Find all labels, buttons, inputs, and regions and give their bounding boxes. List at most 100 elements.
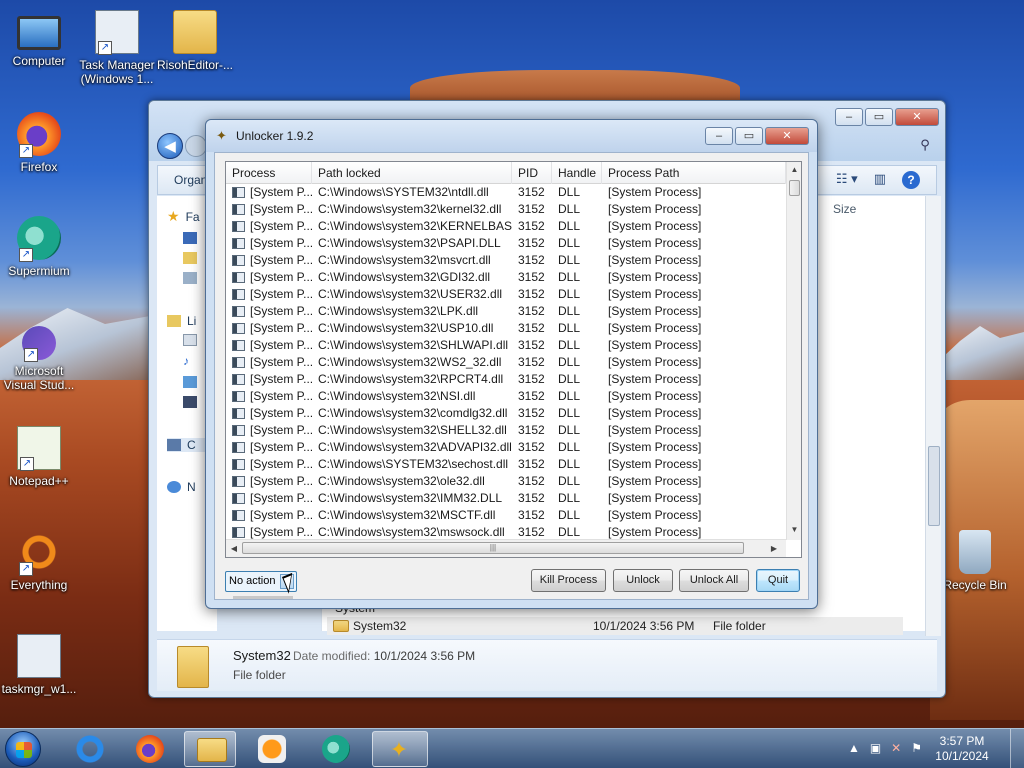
views-icon[interactable]: ☷ ▾ bbox=[836, 171, 858, 189]
nav-pictures[interactable] bbox=[183, 376, 197, 388]
cell-path: C:\Windows\system32\RPCRT4.dll bbox=[318, 372, 504, 386]
action-center-flag-icon[interactable]: ⚑ bbox=[911, 741, 922, 755]
taskbar-internet-explorer[interactable] bbox=[64, 731, 116, 767]
list-row[interactable]: [System P... C:\Windows\system32\USER32.d… bbox=[226, 286, 786, 303]
minimize-button[interactable]: – bbox=[835, 108, 863, 126]
scroll-left-arrow-icon[interactable]: ◀ bbox=[226, 540, 242, 557]
list-row[interactable]: [System P... C:\Windows\system32\IMM32.DL… bbox=[226, 490, 786, 507]
nav-network[interactable]: N bbox=[167, 480, 196, 494]
desktop-icon-notepadpp[interactable]: ↗ Notepad++ bbox=[0, 426, 78, 488]
scroll-thumb[interactable] bbox=[928, 446, 940, 526]
desktop-icon-taskmgr-w1[interactable]: taskmgr_w1... bbox=[0, 634, 78, 696]
list-row[interactable]: [System P... C:\Windows\system32\NSI.dll 3… bbox=[226, 388, 786, 405]
nav-desktop[interactable] bbox=[183, 232, 197, 244]
list-row[interactable]: [System P... C:\Windows\system32\WS2_32.d… bbox=[226, 354, 786, 371]
help-icon[interactable]: ? bbox=[902, 171, 920, 189]
desktop-icon-visual-studio[interactable]: ↗ Microsoft Visual Stud... bbox=[0, 320, 78, 392]
desktop-icon-firefox[interactable]: ↗ Firefox bbox=[0, 112, 78, 174]
search-icon[interactable]: ⚲ bbox=[913, 137, 937, 157]
list-row[interactable]: [System P... C:\Windows\system32\ADVAPI32… bbox=[226, 439, 786, 456]
nav-videos[interactable] bbox=[183, 396, 197, 408]
column-handle[interactable]: Handle bbox=[552, 162, 602, 184]
taskbar-windows-explorer[interactable] bbox=[184, 731, 236, 767]
back-button[interactable]: ◀ bbox=[157, 133, 183, 159]
quit-button[interactable]: Quit bbox=[756, 569, 800, 592]
cell-handle: DLL bbox=[558, 423, 581, 437]
taskbar-supermium[interactable] bbox=[310, 731, 362, 767]
desktop-icon-risoheditor[interactable]: RisohEditor-... bbox=[156, 10, 234, 72]
computer-icon bbox=[17, 16, 61, 50]
show-desktop-button[interactable] bbox=[1010, 729, 1024, 768]
column-process[interactable]: Process bbox=[226, 162, 312, 184]
close-button[interactable]: ✕ bbox=[765, 127, 809, 145]
unlocker-dialog[interactable]: ✦ Unlocker 1.9.2 – ▭ ✕ Process Path lock… bbox=[205, 119, 818, 609]
dialog-title-bar[interactable]: ✦ Unlocker 1.9.2 – ▭ ✕ bbox=[206, 120, 817, 152]
cell-process-path: [System Process] bbox=[608, 457, 702, 471]
preview-pane-icon[interactable]: ▥ bbox=[874, 171, 886, 189]
nav-recent[interactable] bbox=[183, 272, 197, 284]
taskbar-unlocker[interactable]: ✦ bbox=[372, 731, 428, 767]
list-row[interactable]: [System P... C:\Windows\SYSTEM32\ntdll.dl… bbox=[226, 184, 786, 201]
scroll-thumb[interactable] bbox=[789, 180, 800, 196]
show-hidden-icons-icon[interactable]: ▲ bbox=[848, 741, 860, 755]
file-list-scrollbar[interactable] bbox=[925, 196, 941, 636]
list-row[interactable]: [System P... C:\Windows\system32\USP10.dl… bbox=[226, 320, 786, 337]
locked-handles-list[interactable]: Process Path locked PID Handle Process P… bbox=[225, 161, 802, 558]
column-process-path[interactable]: Process Path bbox=[602, 162, 786, 184]
cell-path: C:\Windows\system32\mswsock.dll bbox=[318, 525, 505, 539]
maximize-button[interactable]: ▭ bbox=[735, 127, 763, 145]
desktop-icon-task-manager[interactable]: ↗ Task Manager (Windows 1... bbox=[78, 10, 156, 86]
close-button[interactable]: ✕ bbox=[895, 108, 939, 126]
list-row[interactable]: [System P... C:\Windows\system32\LPK.dll 3… bbox=[226, 303, 786, 320]
size-column-header[interactable]: Size bbox=[833, 202, 856, 216]
shortcut-arrow-icon: ↗ bbox=[19, 248, 33, 262]
list-row[interactable]: [System P... C:\Windows\system32\kernel32… bbox=[226, 201, 786, 218]
taskbar-clock[interactable]: 3:57 PM 10/1/2024 bbox=[928, 734, 996, 764]
list-horizontal-scrollbar[interactable]: ◀ ||| ▶ bbox=[226, 539, 786, 557]
unlock-all-button[interactable]: Unlock All bbox=[679, 569, 749, 592]
forward-button[interactable] bbox=[185, 135, 207, 157]
list-row[interactable]: [System P... C:\Windows\system32\KERNELBA… bbox=[226, 218, 786, 235]
list-row[interactable]: [System P... C:\Windows\system32\RPCRT4.d… bbox=[226, 371, 786, 388]
taskbar-firefox[interactable] bbox=[124, 731, 176, 767]
list-row[interactable]: [System P... C:\Windows\system32\SHLWAPI.… bbox=[226, 337, 786, 354]
list-row[interactable]: [System P... C:\Windows\system32\SHELL32.… bbox=[226, 422, 786, 439]
process-window-icon bbox=[232, 255, 245, 266]
taskbar-media-player[interactable] bbox=[246, 731, 298, 767]
list-vertical-scrollbar[interactable]: ▲ ▼ bbox=[786, 162, 801, 540]
list-row[interactable]: [System P... C:\Windows\system32\mswsock.… bbox=[226, 524, 786, 539]
nav-music[interactable]: ♪ bbox=[183, 354, 189, 368]
organize-menu[interactable]: Organ bbox=[174, 173, 207, 187]
nav-documents[interactable] bbox=[183, 334, 197, 346]
column-path-locked[interactable]: Path locked bbox=[312, 162, 512, 184]
list-row[interactable]: [System P... C:\Windows\system32\MSCTF.dl… bbox=[226, 507, 786, 524]
list-row[interactable]: [System P... C:\Windows\system32\ole32.dl… bbox=[226, 473, 786, 490]
scroll-thumb[interactable]: ||| bbox=[242, 542, 744, 554]
volume-muted-icon[interactable]: ✕ bbox=[891, 741, 901, 755]
maximize-button[interactable]: ▭ bbox=[865, 108, 893, 126]
start-button[interactable] bbox=[5, 731, 41, 767]
desktop-icon-recycle-bin[interactable]: Recycle Bin bbox=[936, 530, 1014, 592]
cell-handle: DLL bbox=[558, 219, 581, 233]
unlock-button[interactable]: Unlock bbox=[613, 569, 673, 592]
desktop-icon-computer[interactable]: Computer bbox=[0, 10, 78, 68]
kill-process-button[interactable]: Kill Process bbox=[531, 569, 606, 592]
list-row[interactable]: [System P... C:\Windows\system32\PSAPI.DL… bbox=[226, 235, 786, 252]
minimize-button[interactable]: – bbox=[705, 127, 733, 145]
desktop-icon-supermium[interactable]: ↗ Supermium bbox=[0, 216, 78, 278]
list-row[interactable]: [System P... C:\Windows\system32\GDI32.dl… bbox=[226, 269, 786, 286]
scroll-down-arrow-icon[interactable]: ▼ bbox=[787, 522, 801, 538]
nav-favorites[interactable]: ★ Fa bbox=[167, 208, 200, 225]
list-row[interactable]: [System P... C:\Windows\system32\msvcrt.d… bbox=[226, 252, 786, 269]
scroll-up-arrow-icon[interactable]: ▲ bbox=[787, 162, 801, 178]
nav-libraries[interactable]: Li bbox=[167, 314, 196, 328]
file-row-system32[interactable]: System32 10/1/2024 3:56 PM File folder bbox=[327, 617, 903, 635]
list-row[interactable]: [System P... C:\Windows\SYSTEM32\sechost.… bbox=[226, 456, 786, 473]
scroll-right-arrow-icon[interactable]: ▶ bbox=[766, 540, 782, 557]
network-icon[interactable]: ▣ bbox=[870, 741, 881, 755]
column-pid[interactable]: PID bbox=[512, 162, 552, 184]
nav-downloads[interactable] bbox=[183, 252, 197, 264]
cell-process: [System P... bbox=[250, 236, 312, 250]
desktop-icon-everything[interactable]: ↗ Everything bbox=[0, 530, 78, 592]
list-row[interactable]: [System P... C:\Windows\system32\comdlg32… bbox=[226, 405, 786, 422]
